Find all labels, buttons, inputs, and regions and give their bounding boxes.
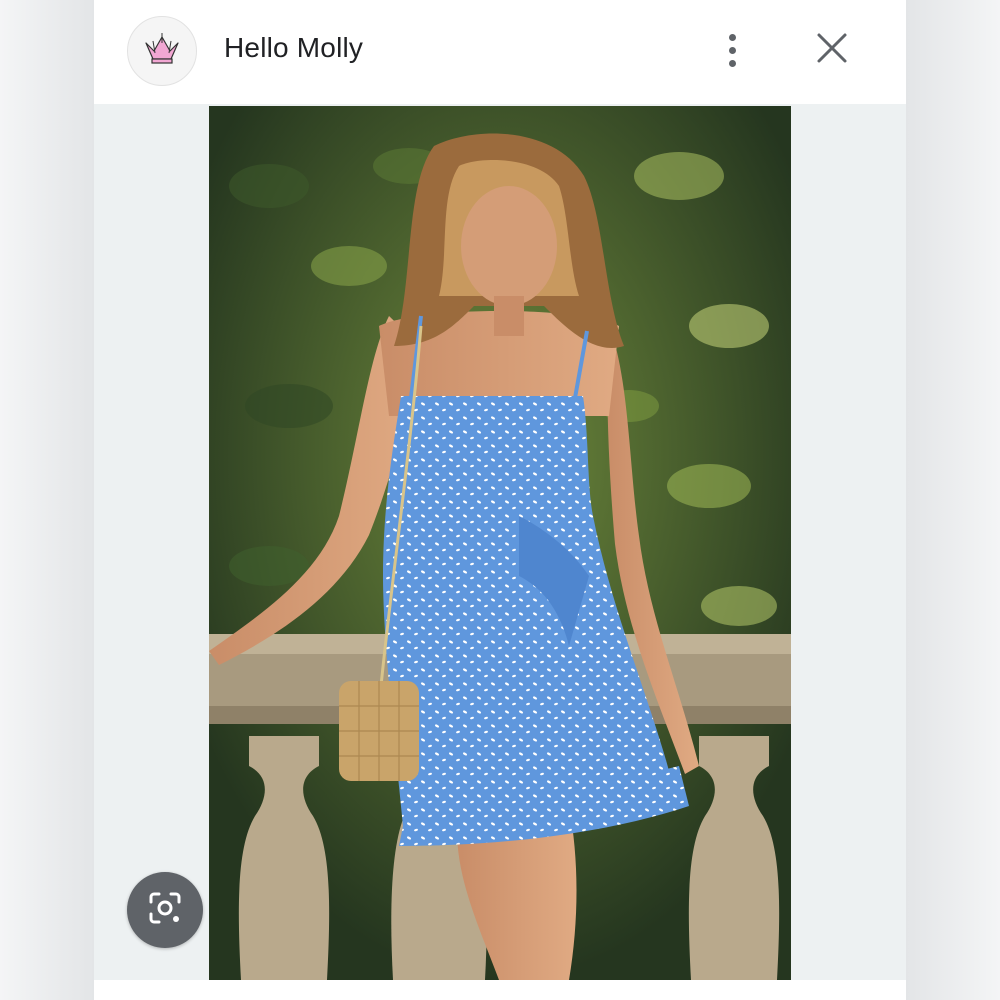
product-photo[interactable] bbox=[209, 106, 791, 980]
lens-icon bbox=[145, 888, 185, 933]
right-margin bbox=[906, 0, 1000, 1000]
more-vert-icon bbox=[728, 33, 736, 67]
crown-icon bbox=[140, 29, 184, 74]
left-margin bbox=[0, 0, 94, 1000]
bottom-strip bbox=[94, 980, 906, 1000]
image-viewer-panel: Hello Molly bbox=[94, 0, 906, 1000]
close-button[interactable] bbox=[810, 28, 854, 72]
viewer-header: Hello Molly bbox=[94, 0, 906, 104]
site-logo[interactable] bbox=[127, 16, 197, 86]
close-icon bbox=[816, 32, 848, 69]
page-title: Hello Molly bbox=[224, 32, 364, 63]
lens-search-button[interactable] bbox=[127, 872, 203, 948]
more-options-button[interactable] bbox=[712, 28, 752, 72]
